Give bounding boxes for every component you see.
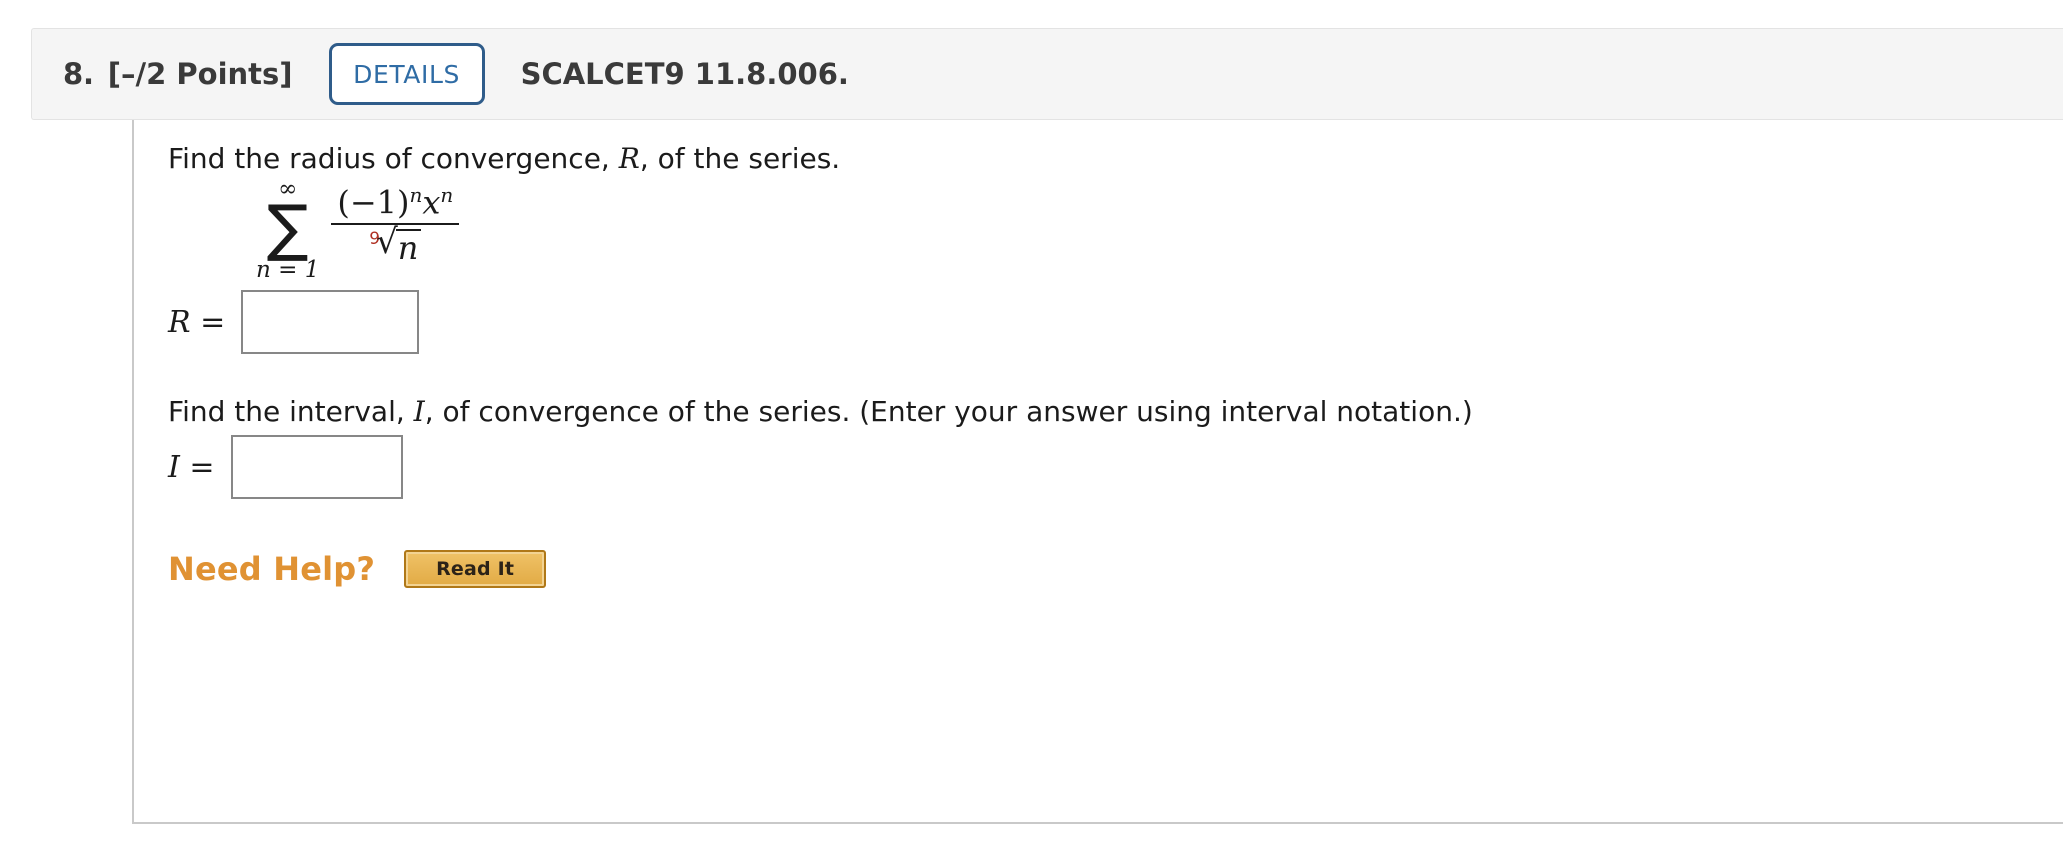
question-content-panel: Find the radius of convergence, R, of th… bbox=[132, 120, 2063, 824]
interval-answer-row: I = bbox=[168, 435, 403, 499]
need-help-label: Need Help? bbox=[168, 550, 376, 588]
need-help-row: Need Help? Read It bbox=[168, 550, 547, 588]
radius-prompt-part2: , of the series. bbox=[639, 142, 841, 175]
fraction-numerator: (−1)nxn bbox=[331, 183, 459, 224]
radius-answer-input[interactable] bbox=[241, 290, 420, 354]
read-it-button-label: Read It bbox=[436, 558, 515, 580]
numerator-variable-exponent: n bbox=[440, 182, 454, 207]
interval-answer-input[interactable] bbox=[230, 435, 403, 499]
ninth-root-group: 9 √ n bbox=[366, 222, 424, 264]
interval-prompt-part2: , of convergence of the series. (Enter y… bbox=[424, 395, 1473, 428]
question-page: 8. [–/2 Points] DETAILS SCALCET9 11.8.00… bbox=[0, 0, 2063, 843]
formula-fraction: (−1)nxn 9 √ n bbox=[331, 183, 460, 264]
radius-prompt-part1: Find the radius of convergence, bbox=[168, 142, 619, 175]
summation-lower-limit: n = 1 bbox=[256, 256, 320, 283]
radius-answer-row: R = bbox=[168, 290, 420, 354]
numerator-base: (−1) bbox=[337, 183, 410, 222]
textbook-code: SCALCET9 11.8.006. bbox=[520, 57, 849, 91]
fraction-denominator: 9 √ n bbox=[360, 222, 430, 264]
interval-prompt-part1: Find the interval, bbox=[168, 395, 414, 428]
details-button[interactable]: DETAILS bbox=[328, 43, 485, 105]
radius-prompt-variable: R bbox=[618, 142, 640, 175]
summation-group: ∞ ∑ n = 1 bbox=[256, 178, 319, 282]
interval-prompt-variable: I bbox=[413, 395, 425, 428]
points-label: [–/2 Points] bbox=[107, 57, 293, 91]
radius-prompt: Find the radius of convergence, R, of th… bbox=[168, 142, 840, 176]
summation-sigma-icon: ∑ bbox=[266, 191, 309, 264]
numerator-base-exponent: n bbox=[409, 182, 423, 207]
question-number: 8. bbox=[63, 57, 94, 91]
question-header: 8. [–/2 Points] DETAILS SCALCET9 11.8.00… bbox=[31, 28, 2063, 120]
read-it-button[interactable]: Read It bbox=[404, 550, 547, 588]
interval-answer-label: I = bbox=[168, 449, 215, 485]
details-button-label: DETAILS bbox=[353, 59, 460, 89]
interval-prompt: Find the interval, I, of convergence of … bbox=[168, 395, 1473, 429]
radical-sign-icon: √ bbox=[376, 222, 398, 263]
numerator-variable: x bbox=[422, 183, 441, 222]
radius-answer-label: R = bbox=[168, 304, 226, 340]
radicand: n bbox=[395, 229, 422, 264]
series-formula: ∞ ∑ n = 1 (−1)nxn 9 √ n bbox=[256, 178, 460, 282]
